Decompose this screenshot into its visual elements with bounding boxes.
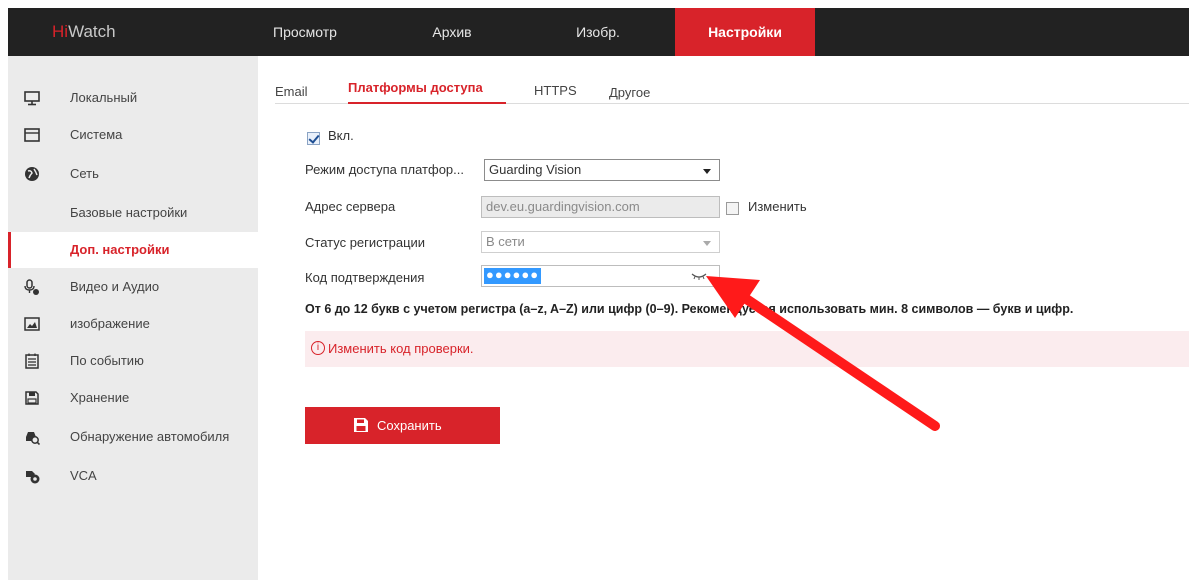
annotation-arrow-icon — [706, 276, 940, 431]
